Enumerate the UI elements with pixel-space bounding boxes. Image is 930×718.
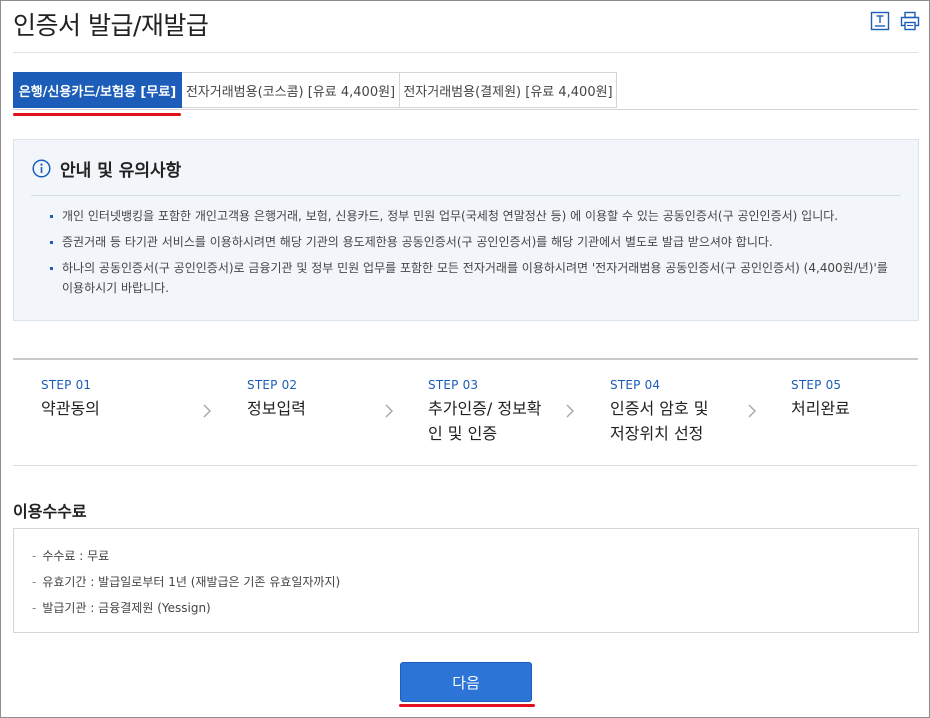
notice-title: 안내 및 유의사항 — [60, 161, 182, 181]
tab-highlight-underline — [13, 113, 181, 116]
step-name: 약관동의 — [41, 399, 100, 418]
step-2: STEP 02 정보입력 — [247, 378, 306, 421]
notice-item: 개인 인터넷뱅킹을 포함한 개인고객용 은행거래, 보험, 신용카드, 정부 민… — [50, 206, 900, 226]
notice-list: 개인 인터넷뱅킹을 포함한 개인고객용 은행거래, 보험, 신용카드, 정부 민… — [50, 206, 900, 304]
notice-item: 하나의 공동인증서(구 공인인증서)로 금융기관 및 정부 민원 업무를 포함한… — [50, 258, 900, 298]
fee-item-text: 발급기관 : 금융결제원 (Yessign) — [42, 601, 211, 615]
app-frame: 인증서 발급/재발급 은행/신용카드/보험용 [무료] 전자거래범용(코스콤) … — [0, 0, 930, 718]
print-icon[interactable] — [900, 11, 920, 31]
fee-item: - 발급기관 : 금융결제원 (Yessign) — [32, 601, 211, 615]
notice-divider — [31, 195, 901, 196]
fee-box: - 수수료 : 무료 - 유효기간 : 발급일로부터 1년 (재발급은 기존 유효일… — [13, 528, 919, 633]
fee-item: - 유효기간 : 발급일로부터 1년 (재발급은 기존 유효일자까지) — [32, 575, 341, 589]
step-label: STEP 04 — [610, 378, 661, 392]
next-button[interactable]: 다음 — [400, 662, 532, 702]
steps-top-divider — [13, 358, 918, 360]
step-3: STEP 03 추가인증/ 정보확인 및 인증 — [428, 378, 553, 446]
step-name: 정보입력 — [247, 399, 306, 418]
steps-bottom-divider — [13, 465, 918, 466]
fee-list: - 수수료 : 무료 - 유효기간 : 발급일로부터 1년 (재발급은 기존 유효일… — [32, 543, 340, 621]
step-name: 처리완료 — [791, 399, 850, 418]
fee-item-text: 수수료 : 무료 — [42, 549, 110, 563]
chevron-right-icon — [385, 404, 394, 418]
notice-item: 증권거래 등 타기관 서비스를 이용하시려면 해당 기관의 용도제한용 공동인증… — [50, 232, 900, 252]
chevron-right-icon — [203, 404, 212, 418]
page-title: 인증서 발급/재발급 — [13, 11, 209, 40]
chevron-right-icon — [566, 404, 575, 418]
fee-item: - 수수료 : 무료 — [32, 549, 110, 563]
fee-item-text: 유효기간 : 발급일로부터 1년 (재발급은 기존 유효일자까지) — [42, 575, 341, 589]
notice-box: 안내 및 유의사항 개인 인터넷뱅킹을 포함한 개인고객용 은행거래, 보험, … — [13, 139, 919, 321]
certificate-type-tabs: 은행/신용카드/보험용 [무료] 전자거래범용(코스콤) [유료 4,400원]… — [13, 72, 617, 109]
chevron-right-icon — [748, 404, 757, 418]
notice-header: 안내 및 유의사항 — [32, 156, 181, 181]
download-icon[interactable] — [870, 11, 890, 31]
info-icon — [32, 159, 51, 178]
fee-title: 이용수수료 — [13, 502, 87, 521]
step-label: STEP 02 — [247, 378, 298, 392]
step-label: STEP 05 — [791, 378, 842, 392]
step-label: STEP 01 — [41, 378, 92, 392]
tabs-divider — [13, 109, 918, 110]
title-divider — [13, 52, 918, 53]
step-1: STEP 01 약관동의 — [41, 378, 100, 421]
tab-general-koscom[interactable]: 전자거래범용(코스콤) [유료 4,400원] — [182, 72, 400, 108]
step-name: 추가인증/ 정보확인 및 인증 — [428, 399, 542, 443]
tab-general-kftc[interactable]: 전자거래범용(결제원) [유료 4,400원] — [400, 72, 617, 108]
step-name: 인증서 암호 및 저장위치 선정 — [610, 399, 709, 443]
next-button-highlight-underline — [399, 704, 535, 707]
step-label: STEP 03 — [428, 378, 479, 392]
step-4: STEP 04 인증서 암호 및 저장위치 선정 — [610, 378, 720, 446]
tab-bank-card-insurance[interactable]: 은행/신용카드/보험용 [무료] — [13, 72, 182, 108]
step-5: STEP 05 처리완료 — [791, 378, 850, 421]
